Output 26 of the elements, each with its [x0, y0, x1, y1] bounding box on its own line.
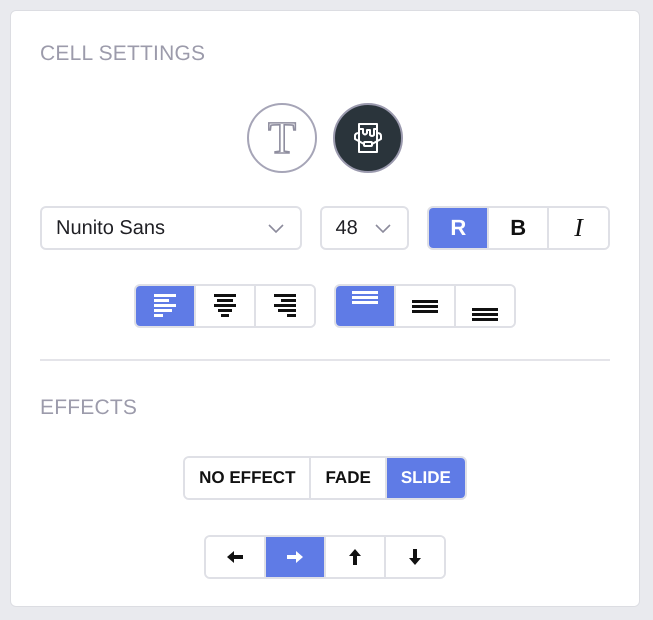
font-select[interactable]: Nunito Sans	[40, 206, 302, 250]
direction-down-button[interactable]	[384, 537, 444, 577]
align-left-icon	[154, 294, 176, 318]
align-center-icon	[214, 294, 236, 318]
regular-style-button[interactable]: R	[429, 208, 488, 248]
align-top-icon	[352, 290, 378, 304]
arrow-down-icon	[408, 549, 422, 565]
chevron-down-icon	[375, 224, 392, 232]
align-top-button[interactable]	[336, 286, 394, 326]
align-middle-icon	[412, 300, 438, 312]
align-right-icon	[274, 294, 296, 318]
chevron-down-icon	[268, 224, 284, 232]
paint-bucket-icon	[353, 122, 383, 154]
arrow-left-icon	[227, 550, 243, 564]
align-bottom-button[interactable]	[454, 286, 514, 326]
effect-tab[interactable]: SLIDE	[384, 458, 465, 498]
direction-right-button[interactable]	[264, 537, 324, 577]
align-left-button[interactable]	[136, 286, 194, 326]
align-right-button[interactable]	[254, 286, 314, 326]
section-title: CELL SETTINGS	[40, 41, 206, 66]
size-select[interactable]: 48	[320, 206, 410, 250]
arrow-up-icon	[348, 549, 362, 565]
align-bottom-icon	[472, 308, 498, 320]
section-title: EFFECTS	[40, 395, 138, 420]
arrow-right-icon	[287, 550, 303, 564]
italic-style-button[interactable]: I	[547, 208, 608, 248]
